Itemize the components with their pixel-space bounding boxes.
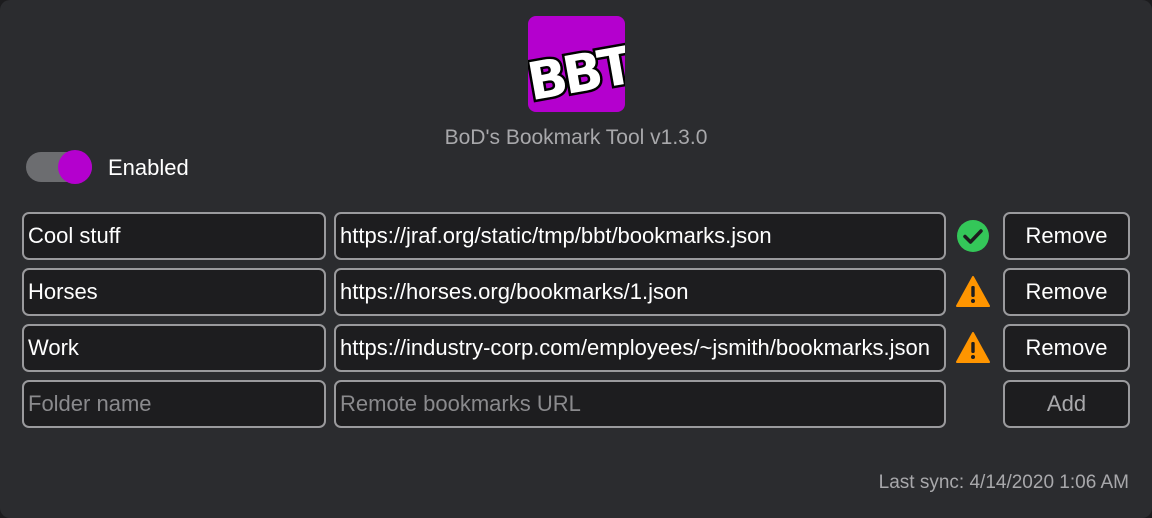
- toggle-knob: [58, 150, 92, 184]
- new-bookmark-row: Add: [22, 380, 1130, 428]
- bookmark-row: Remove: [22, 324, 1130, 372]
- app-title: BoD's Bookmark Tool v1.3.0: [444, 126, 708, 149]
- bookmark-row: Remove: [22, 268, 1130, 316]
- new-remote-url-input[interactable]: [334, 380, 946, 428]
- enabled-toggle[interactable]: [26, 150, 94, 184]
- folder-name-input[interactable]: [22, 212, 326, 260]
- folder-name-input[interactable]: [22, 268, 326, 316]
- svg-text:BBT: BBT: [528, 35, 625, 112]
- add-button[interactable]: Add: [1003, 380, 1130, 428]
- last-sync-label: Last sync:: [878, 472, 965, 493]
- last-sync-value: 4/14/2020 1:06 AM: [969, 472, 1129, 493]
- remove-button[interactable]: Remove: [1003, 212, 1130, 260]
- remote-url-input[interactable]: [334, 268, 946, 316]
- remote-url-input[interactable]: [334, 212, 946, 260]
- popup-panel: BBT BoD's Bookmark Tool v1.3.0 Enabled R…: [0, 0, 1152, 518]
- enabled-label: Enabled: [108, 155, 189, 180]
- remote-url-input[interactable]: [334, 324, 946, 372]
- folder-name-input[interactable]: [22, 324, 326, 372]
- warning-icon: [956, 331, 990, 365]
- warning-icon: [956, 275, 990, 309]
- check-circle-icon: [956, 219, 990, 253]
- new-folder-name-input[interactable]: [22, 380, 326, 428]
- bookmark-row: Remove: [22, 212, 1130, 260]
- remove-button[interactable]: Remove: [1003, 268, 1130, 316]
- app-logo: BBT: [528, 16, 625, 112]
- remove-button[interactable]: Remove: [1003, 324, 1130, 372]
- last-sync-status: Last sync: 4/14/2020 1:06 AM: [879, 472, 1129, 494]
